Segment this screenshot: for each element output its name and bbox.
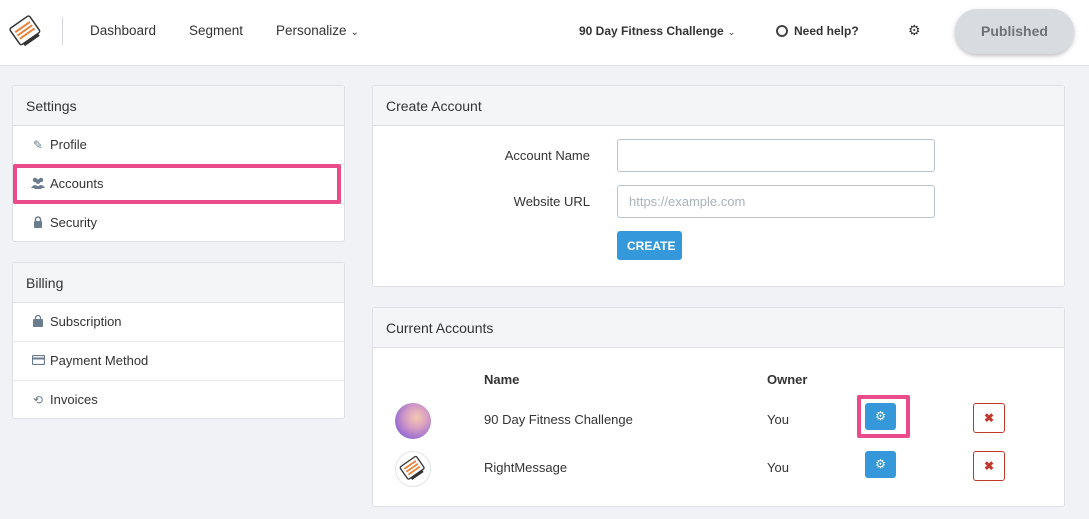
avatar [395,403,431,439]
sidebar-item-subscription[interactable]: Subscription [13,303,344,342]
delete-account-button[interactable]: ✖ [973,403,1005,433]
history-icon: ⟲ [32,393,44,407]
nav-personalize-label: Personalize [276,23,347,38]
create-account-title: Create Account [373,86,1064,126]
avatar [395,451,431,487]
account-name-field[interactable] [617,139,935,172]
settings-panel: Settings ✎ Profile Accounts Security [12,85,345,242]
sidebar-item-label: Subscription [50,314,122,329]
sidebar-item-label: Security [50,215,97,230]
sidebar-item-security[interactable]: Security [13,204,344,243]
website-url-field[interactable] [617,185,935,218]
project-selector[interactable]: 90 Day Fitness Challenge ⌄ [579,24,735,38]
sidebar-item-invoices[interactable]: ⟲ Invoices [13,381,344,420]
sidebar-item-label: Invoices [50,392,98,407]
top-navbar: Dashboard Segment Personalize ⌄ 90 Day Fi… [0,0,1089,66]
account-settings-button[interactable]: ⚙ [865,451,896,478]
sidebar-item-label: Accounts [50,176,104,191]
credit-card-icon [31,342,45,380]
sidebar-item-payment-method[interactable]: Payment Method [13,342,344,381]
edit-icon: ✎ [32,138,44,152]
users-icon [31,165,45,203]
gear-icon: ⚙ [875,457,886,471]
sidebar-item-accounts[interactable]: Accounts [13,165,344,204]
create-button[interactable]: CREATE [617,231,682,260]
account-name[interactable]: 90 Day Fitness Challenge [484,412,633,427]
sidebar-item-label: Payment Method [50,353,149,368]
nav-personalize[interactable]: Personalize ⌄ [276,23,359,38]
account-name[interactable]: RightMessage [484,460,567,475]
account-settings-button[interactable]: ⚙ [865,403,896,430]
sidebar-item-profile[interactable]: ✎ Profile [13,126,344,165]
shopping-bag-icon [31,303,45,341]
sidebar-item-label: Profile [50,137,87,152]
chevron-down-icon: ⌄ [727,27,736,37]
account-owner: You [767,412,789,427]
account-name-label: Account Name [504,148,590,163]
current-accounts-panel: Current Accounts [372,307,1065,507]
project-name: 90 Day Fitness Challenge [579,24,724,38]
current-accounts-title: Current Accounts [373,308,1064,348]
account-owner: You [767,460,789,475]
need-help-label: Need help? [794,24,859,38]
billing-panel: Billing Subscription Payment Method ⟲ In… [12,262,345,419]
close-icon: ✖ [983,459,995,473]
gear-icon: ⚙ [875,409,886,423]
lock-icon [31,204,45,242]
published-button[interactable]: Published [955,9,1074,54]
rightmessage-logo[interactable] [8,15,44,49]
website-url-label: Website URL [513,194,590,209]
nav-dashboard[interactable]: Dashboard [90,23,156,38]
nav-divider [62,17,63,45]
need-help-link[interactable]: Need help? [776,24,859,38]
nav-segment[interactable]: Segment [189,23,243,38]
column-header-name: Name [484,372,520,387]
settings-title: Settings [13,86,344,126]
lifebuoy-icon [776,25,788,37]
close-icon: ✖ [983,411,995,425]
chevron-down-icon: ⌄ [350,27,359,38]
billing-title: Billing [13,263,344,303]
column-header-owner: Owner [767,372,808,387]
gear-icon[interactable]: ⚙ [908,22,921,39]
delete-account-button[interactable]: ✖ [973,451,1005,481]
